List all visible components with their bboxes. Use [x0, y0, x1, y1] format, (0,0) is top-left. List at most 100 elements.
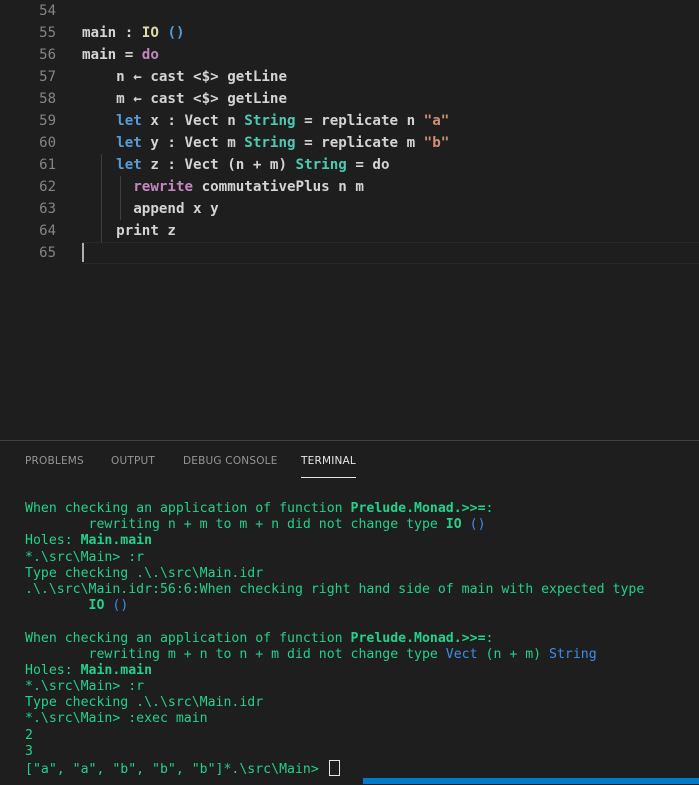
tab-debug-console[interactable]: DEBUG CONSOLE — [183, 455, 278, 467]
terminal-text: () — [112, 598, 129, 614]
terminal-text: Prelude.Monad.>>= — [350, 630, 486, 646]
code-token: print z — [82, 223, 176, 239]
terminal-line: .\.\src\Main.idr:56:6:When checking righ… — [25, 582, 695, 598]
terminal-text: (n + m) — [477, 646, 550, 662]
terminal-line: *.\src\Main> :r — [25, 550, 695, 566]
terminal-line: 2 — [25, 728, 695, 744]
code-token: n ← cast — [82, 69, 194, 85]
code-token: y : Vect m — [141, 135, 245, 151]
code-token: x : Vect n — [141, 113, 245, 129]
code-token: () — [167, 25, 185, 41]
terminal-text: When checking an application of function — [25, 501, 351, 516]
terminal-cursor — [328, 760, 340, 776]
line-number: 63 — [39, 201, 56, 217]
code-line[interactable]: 65 — [0, 242, 699, 264]
code-token: commutativePlus n m — [193, 179, 364, 195]
code-token: getLine — [218, 91, 288, 107]
code-token: <$> — [193, 69, 219, 85]
code-token: IO — [141, 25, 159, 41]
line-number: 58 — [39, 91, 56, 107]
code-text: let x : Vect n String = replicate n "a" — [82, 110, 449, 132]
terminal-text: rewriting m + n to n + m did not change … — [25, 646, 446, 662]
code-token: let — [116, 135, 142, 151]
terminal-text: *.\src\Main> :r — [25, 679, 145, 695]
code-text: rewrite commutativePlus n m — [82, 176, 364, 198]
code-token: z : Vect (n + m) — [141, 157, 296, 173]
code-text: let z : Vect (n + m) String = do — [82, 154, 390, 176]
code-token: m ← cast — [82, 91, 194, 107]
code-token: getLine — [218, 69, 288, 85]
code-text: let y : Vect m String = replicate m "b" — [82, 132, 449, 154]
terminal-text: Type checking .\.\src\Main.idr — [25, 565, 264, 581]
code-line[interactable]: 55 main : IO () — [0, 22, 699, 44]
status-bar — [363, 778, 699, 784]
terminal-line: IO () — [25, 598, 695, 614]
code-text: print z — [82, 220, 176, 242]
code-line[interactable]: 54 — [0, 0, 699, 22]
code-token: String — [244, 135, 296, 151]
code-text: m ← cast <$> getLine — [82, 88, 287, 110]
terminal-line: Type checking .\.\src\Main.idr — [25, 566, 695, 582]
code-token: "b" — [423, 135, 450, 151]
terminal-text: ["a", "a", "b", "b", "b"]*.\src\Main> — [25, 762, 327, 777]
terminal-text: rewriting n + m to m + n did not change … — [25, 517, 446, 533]
terminal-text: String — [549, 646, 597, 662]
code-token: : — [116, 25, 142, 41]
terminal-output[interactable]: When checking an application of function… — [25, 501, 695, 777]
code-line[interactable]: 61 let z : Vect (n + m) String = do — [0, 154, 699, 176]
terminal-text: *.\src\Main> :r — [25, 549, 145, 565]
terminal-text: () — [469, 517, 486, 533]
code-text: main : IO () — [82, 22, 185, 44]
code-line[interactable]: 57 n ← cast <$> getLine — [0, 66, 699, 88]
code-token: append x y — [82, 201, 219, 217]
line-number: 56 — [39, 47, 56, 63]
terminal-line: *.\src\Main> :exec main — [25, 711, 695, 727]
code-line[interactable]: 58 m ← cast <$> getLine — [0, 88, 699, 110]
code-token: String — [244, 113, 296, 129]
tab-terminal[interactable]: TERMINAL — [301, 455, 356, 478]
code-editor[interactable]: 54 55 main : IO () 56 main = do 57 n ← cast <… — [0, 0, 699, 440]
terminal-text: Holes: — [25, 533, 81, 549]
terminal-text: IO — [445, 517, 462, 533]
code-line[interactable]: 60 let y : Vect m String = replicate m "… — [0, 132, 699, 154]
line-number: 54 — [39, 3, 56, 19]
terminal-text: Main.main — [80, 662, 153, 678]
line-number: 57 — [39, 69, 56, 85]
terminal-line: When checking an application of function… — [25, 501, 695, 517]
terminal-text: Main.main — [80, 533, 153, 549]
terminal-text: Type checking .\.\src\Main.idr — [25, 695, 264, 711]
terminal-text: When checking an application of function — [25, 630, 351, 646]
code-line[interactable]: 64 print z — [0, 220, 699, 242]
code-line[interactable]: 62 rewrite commutativePlus n m — [0, 176, 699, 198]
code-line[interactable]: 59 let x : Vect n String = replicate n "… — [0, 110, 699, 132]
tab-output[interactable]: OUTPUT — [111, 455, 155, 467]
terminal-line: Holes: Main.main — [25, 533, 695, 549]
line-number: 59 — [39, 113, 56, 129]
bottom-panel: PROBLEMS OUTPUT DEBUG CONSOLE TERMINAL W… — [0, 440, 699, 785]
code-text: main = do — [82, 44, 159, 66]
code-token: = replicate n — [295, 113, 424, 129]
terminal-line: When checking an application of function… — [25, 631, 695, 647]
code-text: n ← cast <$> getLine — [82, 66, 287, 88]
terminal-text: Vect — [445, 646, 478, 662]
code-token: String — [295, 157, 347, 173]
code-token: rewrite — [133, 179, 194, 195]
code-token: main — [82, 25, 117, 41]
code-line[interactable]: 56 main = do — [0, 44, 699, 66]
code-token: main — [82, 47, 117, 63]
terminal-line: rewriting m + n to n + m did not change … — [25, 647, 695, 663]
tab-problems[interactable]: PROBLEMS — [25, 455, 84, 467]
terminal-line: 3 — [25, 744, 695, 760]
terminal-text: Prelude.Monad.>>= — [350, 501, 486, 516]
terminal-text: IO — [88, 598, 105, 614]
code-line[interactable]: 63 append x y — [0, 198, 699, 220]
terminal-text: 2 — [25, 727, 33, 743]
code-token: = do — [346, 157, 390, 173]
terminal-text: .\.\src\Main.idr:56:6:When checking righ… — [25, 581, 645, 597]
code-token: let — [116, 113, 142, 129]
